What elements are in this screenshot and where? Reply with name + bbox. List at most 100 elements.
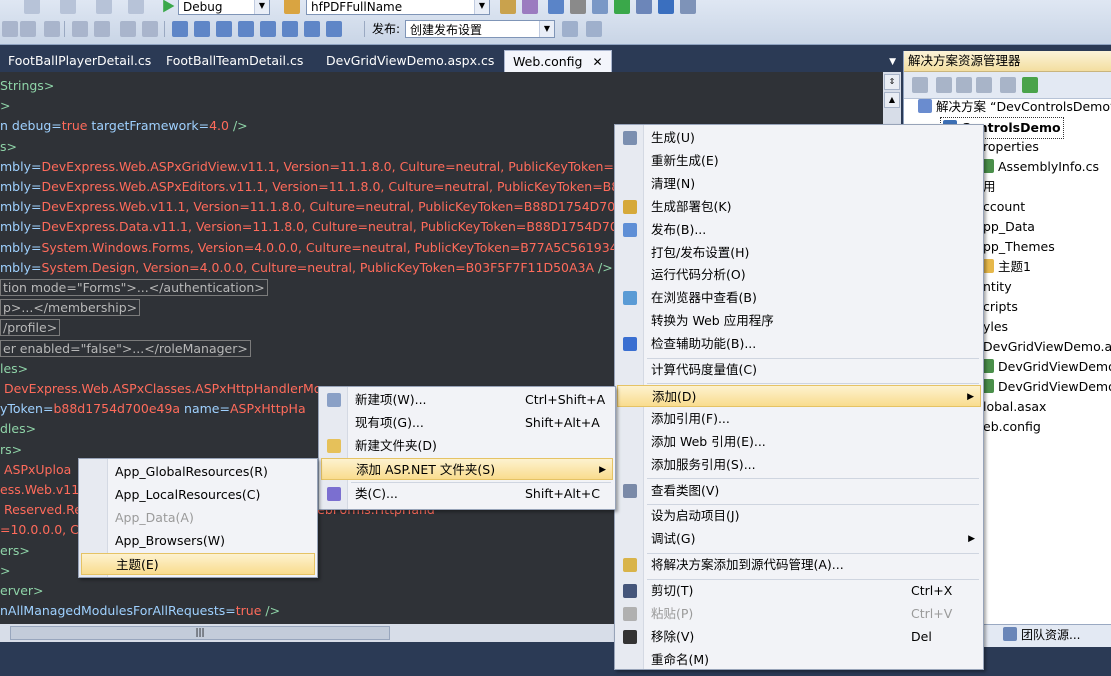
show-all-files-icon[interactable] [936, 77, 952, 93]
solution-tree-item[interactable]: roperties [983, 137, 1039, 157]
solution-tree-item[interactable]: ccount [983, 197, 1025, 217]
properties-icon[interactable] [912, 77, 928, 93]
solution-tree-item[interactable]: DevGridViewDemo.a [980, 377, 1111, 397]
menu-item-v[interactable]: 查看类图(V) [617, 480, 981, 502]
menu-item-h[interactable]: 打包/发布设置(H) [617, 242, 981, 264]
menu-item-o[interactable]: 运行代码分析(O) [617, 264, 981, 286]
menu-item-web-e[interactable]: 添加 Web 引用(E)... [617, 431, 981, 453]
menu-item-b[interactable]: 在浏览器中查看(B) [617, 287, 981, 309]
navigate-back-icon[interactable] [96, 0, 112, 14]
toolbox-icon[interactable] [570, 0, 586, 14]
tab-web-config[interactable]: Web.config ✕ [504, 50, 612, 73]
menu-item-web[interactable]: 转换为 Web 应用程序 [617, 310, 981, 332]
properties-icon[interactable] [548, 0, 564, 14]
menu-item-b[interactable]: 发布(B)... [617, 219, 981, 241]
bookmark-next-icon[interactable] [216, 21, 232, 37]
tab-football-team-detail[interactable]: FootBallTeamDetail.cs [158, 50, 311, 72]
view-code-icon[interactable] [1000, 77, 1016, 93]
menu-item-t[interactable]: 剪切(T) Ctrl+X [617, 580, 981, 602]
refresh-icon[interactable] [956, 77, 972, 93]
indent-icon[interactable] [72, 21, 88, 37]
solution-tree-item[interactable]: lobal.asax [983, 397, 1046, 417]
tab-football-player-detail[interactable]: FootBallPlayerDetail.cs [0, 50, 159, 72]
find-in-files-icon[interactable] [284, 0, 300, 14]
command-window-icon[interactable] [680, 0, 696, 14]
menu-item-c[interactable]: 类(C)... Shift+Alt+C [321, 483, 613, 505]
solution-tree-item[interactable]: eb.config [983, 417, 1041, 437]
tools-icon[interactable] [592, 0, 608, 14]
menu-item-app-browsers-w[interactable]: App_Browsers(W) [81, 530, 315, 552]
menu-item-b[interactable]: 检查辅助功能(B)... [617, 333, 981, 355]
navigate-forward-icon[interactable] [128, 0, 144, 14]
solution-tree-item[interactable]: pp_Themes [983, 237, 1055, 257]
menu-item-d[interactable]: 新建文件夹(D) [321, 435, 613, 457]
menu-item-app-localresources-c[interactable]: App_LocalResources(C) [81, 484, 315, 506]
solution-explorer-icon[interactable] [522, 0, 538, 14]
bold-icon[interactable] [2, 21, 18, 37]
tab-list-dropdown-icon[interactable]: ▼ [889, 57, 896, 67]
publish-combo[interactable]: 创建发布设置 ▼ [405, 20, 555, 38]
start-page-icon[interactable] [614, 0, 630, 14]
menu-item-e[interactable]: 重新生成(E) [617, 150, 981, 172]
menu-item-k[interactable]: 生成部署包(K) [617, 196, 981, 218]
solution-tree-item[interactable]: 解决方案 “DevControlsDemo” [918, 97, 1111, 117]
tab-devgridview-demo[interactable]: DevGridViewDemo.aspx.cs [318, 50, 502, 72]
split-handle-icon[interactable]: ⇕ [884, 74, 900, 90]
menu-item-asp-net-s[interactable]: 添加 ASP.NET 文件夹(S) ▶ [321, 458, 613, 480]
menu-item-e[interactable]: 主题(E) [81, 553, 315, 575]
solution-tree-item[interactable]: pp_Data [983, 217, 1035, 237]
find-combo[interactable]: hfPDFFullName ▼ [306, 0, 490, 15]
menu-item-c[interactable]: 计算代码度量值(C) [617, 359, 981, 381]
solution-tree-item[interactable]: 主题1 [980, 257, 1031, 277]
bookmark-folder-next-icon[interactable] [260, 21, 276, 37]
bookmark-file-prev-icon[interactable] [282, 21, 298, 37]
menu-item-g[interactable]: 现有项(G)... Shift+Alt+A [321, 412, 613, 434]
bookmark-icon[interactable] [172, 21, 188, 37]
close-icon[interactable]: ✕ [592, 55, 602, 69]
publish-settings-icon[interactable] [562, 21, 578, 37]
menu-item-g[interactable]: 调试(G) ▶ [617, 528, 981, 550]
scroll-thumb[interactable]: ||| [10, 626, 390, 640]
solution-tree-item[interactable]: 用 [983, 177, 996, 197]
object-browser-icon[interactable] [658, 0, 674, 14]
bookmark-prev-icon[interactable] [194, 21, 210, 37]
class-view-icon[interactable] [636, 0, 652, 14]
clear-bookmarks-icon[interactable] [326, 21, 342, 37]
solution-tree-item[interactable]: DevGridViewDemo.a [980, 357, 1111, 377]
outdent-icon[interactable] [94, 21, 110, 37]
menu-item-f[interactable]: 添加引用(F)... [617, 408, 981, 430]
solution-tree-item[interactable]: cripts [983, 297, 1018, 317]
undo-icon[interactable] [24, 0, 40, 14]
menu-item-d[interactable]: 添加(D) ▶ [617, 384, 981, 407]
bookmark-file-next-icon[interactable] [304, 21, 320, 37]
scroll-up-icon[interactable]: ▲ [884, 92, 900, 108]
menu-item-u[interactable]: 生成(U) [617, 127, 981, 149]
menu-item-a[interactable]: 将解决方案添加到源代码管理(A)... [617, 554, 981, 576]
solution-tree-item[interactable]: DevGridViewDemo.aspx [983, 337, 1111, 357]
menu-item-app-globalresources-r[interactable]: App_GlobalResources(R) [81, 461, 315, 483]
menu-item-j[interactable]: 设为启动项目(J) [617, 505, 981, 527]
publish-web-icon[interactable] [586, 21, 602, 37]
bookmark-folder-prev-icon[interactable] [238, 21, 254, 37]
code-line: /profile> [0, 318, 61, 338]
comment-icon[interactable] [120, 21, 136, 37]
team-explorer-tab[interactable]: 团队资源... [983, 624, 1111, 647]
view-designer-icon[interactable] [1022, 77, 1038, 93]
toolbar-separator [164, 21, 165, 37]
start-debug-icon[interactable] [163, 0, 175, 13]
uncomment-icon[interactable] [142, 21, 158, 37]
find-icon[interactable] [500, 0, 516, 14]
copy-website-icon[interactable] [976, 77, 992, 93]
redo-icon[interactable] [60, 0, 76, 14]
menu-item-m[interactable]: 重命名(M) [617, 649, 981, 671]
format-icon[interactable] [44, 21, 60, 37]
menu-item-v[interactable]: 移除(V) Del [617, 626, 981, 648]
solution-tree-item[interactable]: AssemblyInfo.cs [980, 157, 1099, 177]
solution-tree-item[interactable]: ntity [983, 277, 1012, 297]
menu-item-n[interactable]: 清理(N) [617, 173, 981, 195]
font-size-icon[interactable] [20, 21, 36, 37]
menu-item-s[interactable]: 添加服务引用(S)... [617, 454, 981, 476]
menu-item-w[interactable]: 新建项(W)... Ctrl+Shift+A [321, 389, 613, 411]
solution-tree-item[interactable]: yles [983, 317, 1008, 337]
solution-config-combo[interactable]: Debug ▼ [178, 0, 270, 15]
